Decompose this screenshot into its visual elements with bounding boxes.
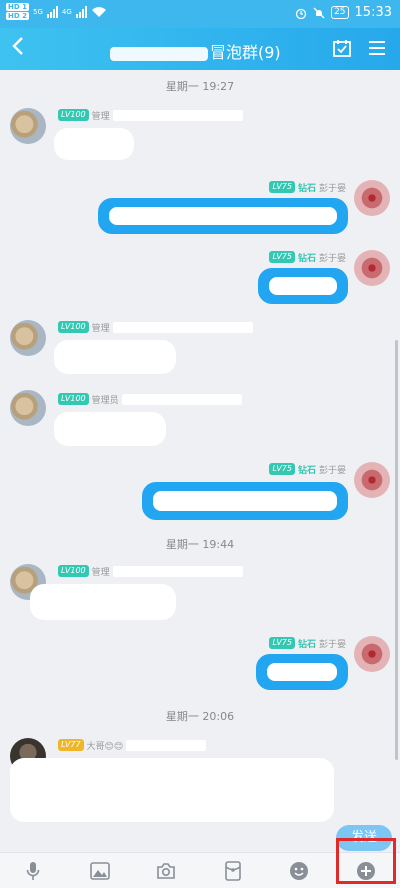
sender-name: 彭于晏 <box>318 253 346 264</box>
timestamp: 星期一 20:06 <box>165 710 235 723</box>
message-bubble[interactable] <box>10 758 334 822</box>
sender-name: 彭于晏 <box>318 183 346 194</box>
level-badge: LV100 <box>58 321 89 333</box>
level-badge: LV77 <box>58 739 84 751</box>
calendar-check-icon[interactable] <box>332 38 352 58</box>
level-badge: LV75 <box>269 251 295 263</box>
battery-indicator: 25 <box>331 6 349 19</box>
tier-label: 钻石 <box>297 639 316 650</box>
chevron-left-icon <box>12 37 23 55</box>
tier-label: 钻石 <box>297 465 316 476</box>
tier-label: 钻石 <box>297 253 316 264</box>
signal-icon-2 <box>75 5 87 18</box>
avatar[interactable] <box>10 108 46 144</box>
signal-icon <box>46 5 58 18</box>
level-badge: LV75 <box>269 181 295 193</box>
wifi-icon <box>91 6 106 17</box>
message-meta: LV75 钻石 彭于晏 <box>269 462 346 476</box>
level-badge: LV75 <box>269 637 295 649</box>
tier-label: 钻石 <box>297 183 316 194</box>
red-packet-icon <box>225 861 241 881</box>
status-left: HD 1 HD 2 5G 4G <box>6 3 107 20</box>
group-title-text: 冒泡群(9) <box>210 43 281 62</box>
back-button[interactable] <box>12 36 24 63</box>
message-bubble[interactable] <box>54 340 176 374</box>
sender-name: 彭于晏 <box>318 465 346 476</box>
message-bubble[interactable] <box>258 268 348 304</box>
message-meta: LV77 大哥😊😊 <box>58 738 207 752</box>
message-bubble[interactable] <box>54 412 166 446</box>
group-title[interactable]: 冒泡群(9) <box>110 39 281 63</box>
message-meta: LV100 管理 <box>58 108 243 122</box>
redacted-name <box>126 739 207 751</box>
avatar-self[interactable] <box>354 180 390 216</box>
hd1-badge: HD 1 <box>6 3 29 11</box>
red-packet-button[interactable] <box>222 861 244 881</box>
message-list[interactable]: 星期一 19:27 LV100 管理 LV75 钻石 彭于晏 LV75 钻石 彭… <box>0 70 400 852</box>
avatar[interactable] <box>10 390 46 426</box>
network-type-1: 5G <box>32 7 43 16</box>
redacted-name <box>112 565 243 577</box>
hd-badges: HD 1 HD 2 <box>6 3 29 20</box>
member-role: 管理 <box>91 323 110 334</box>
member-role: 管理员 <box>91 395 119 406</box>
hd2-badge: HD 2 <box>6 12 29 20</box>
network-type-2: 4G <box>61 7 72 16</box>
emoji-icon <box>290 862 308 880</box>
message-meta: LV100 管理员 <box>58 392 242 406</box>
image-icon <box>90 862 110 880</box>
microphone-icon <box>26 862 40 880</box>
level-badge: LV100 <box>58 565 89 577</box>
status-bar: HD 1 HD 2 5G 4G 25 15:33 <box>0 0 400 28</box>
member-role: 管理 <box>91 567 110 578</box>
message-bubble[interactable] <box>256 654 348 690</box>
hamburger-menu-icon[interactable] <box>368 38 386 58</box>
redacted-name <box>121 393 242 405</box>
level-badge: LV100 <box>58 393 89 405</box>
redacted-name <box>112 321 253 333</box>
sender-name: 彭于晏 <box>318 639 346 650</box>
highlight-box <box>336 838 396 884</box>
message-bubble[interactable] <box>98 198 348 234</box>
timestamp: 星期一 19:44 <box>165 538 235 551</box>
message-bubble[interactable] <box>30 584 176 620</box>
level-badge: LV100 <box>58 109 89 121</box>
message-meta: LV75 钻石 彭于晏 <box>269 636 346 650</box>
timestamp: 星期一 19:27 <box>165 80 235 93</box>
message-meta: LV75 钻石 彭于晏 <box>269 250 346 264</box>
header-actions <box>332 38 386 58</box>
camera-icon <box>157 863 175 879</box>
camera-button[interactable] <box>155 861 177 881</box>
scrollbar[interactable] <box>395 340 398 760</box>
avatar[interactable] <box>10 320 46 356</box>
redacted-name <box>112 109 243 121</box>
message-meta: LV100 管理 <box>58 564 243 578</box>
emoji-button[interactable] <box>288 861 310 881</box>
chat-header: 冒泡群(9) <box>0 28 400 70</box>
status-right: 25 15:33 <box>295 5 392 20</box>
member-role: 大哥😊😊 <box>86 741 124 752</box>
member-role: 管理 <box>91 111 110 122</box>
message-bubble[interactable] <box>54 128 134 160</box>
message-meta: LV75 钻石 彭于晏 <box>269 180 346 194</box>
avatar-self[interactable] <box>354 250 390 286</box>
alarm-icon <box>295 8 307 19</box>
title-redacted <box>110 46 208 61</box>
voice-button[interactable] <box>22 861 44 881</box>
message-meta: LV100 管理 <box>58 320 253 334</box>
avatar-self[interactable] <box>354 462 390 498</box>
message-bubble[interactable] <box>142 482 348 520</box>
level-badge: LV75 <box>269 463 295 475</box>
mute-icon <box>313 7 325 18</box>
clock: 15:33 <box>354 5 392 20</box>
avatar-self[interactable] <box>354 636 390 672</box>
image-button[interactable] <box>89 861 111 881</box>
